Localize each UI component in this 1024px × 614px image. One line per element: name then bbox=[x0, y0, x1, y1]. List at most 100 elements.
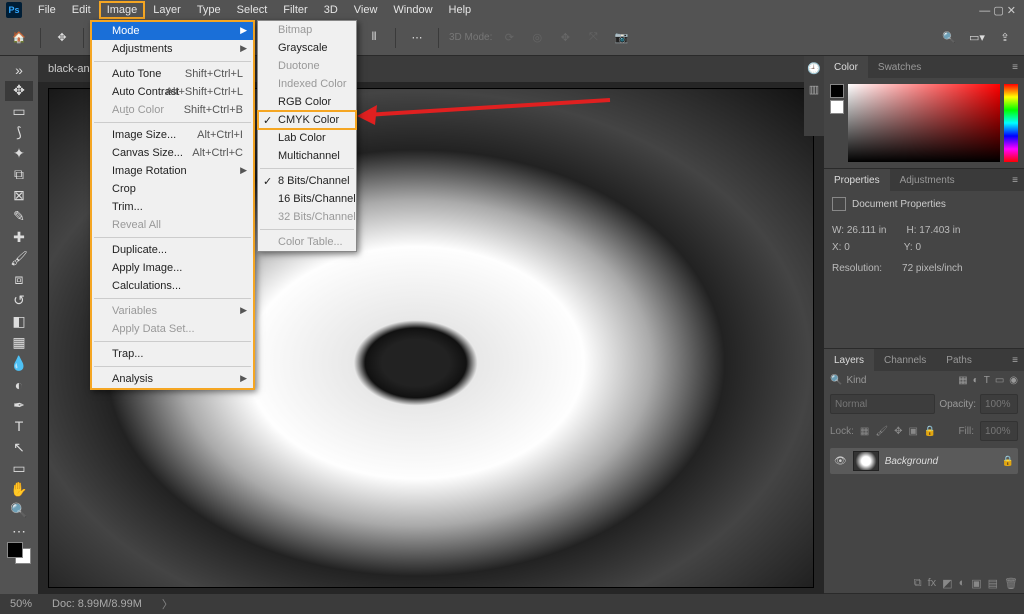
fill-input[interactable]: 100% bbox=[980, 421, 1018, 441]
3d-orbit-icon[interactable]: ⟳ bbox=[498, 27, 520, 49]
menu-item[interactable]: Duplicate... bbox=[92, 241, 253, 259]
menu-item[interactable]: Trap... bbox=[92, 345, 253, 363]
history-brush-tool[interactable]: ↺ bbox=[5, 291, 33, 311]
submenu-item[interactable]: Multichannel bbox=[258, 147, 356, 165]
doc-size[interactable]: Doc: 8.99M/8.99M bbox=[52, 598, 142, 610]
hand-tool[interactable]: ✋ bbox=[5, 479, 33, 499]
type-tool[interactable]: T bbox=[5, 416, 33, 436]
tab-channels[interactable]: Channels bbox=[874, 349, 936, 371]
share-icon[interactable]: ⇪ bbox=[994, 27, 1016, 49]
tab-properties[interactable]: Properties bbox=[824, 169, 890, 191]
menu-item[interactable]: Image Size...Alt+Ctrl+I bbox=[92, 126, 253, 144]
home-icon[interactable]: 🏠 bbox=[8, 27, 30, 49]
color-swatch[interactable] bbox=[7, 542, 31, 564]
menu-help[interactable]: Help bbox=[441, 1, 480, 19]
wand-tool[interactable]: ✦ bbox=[5, 144, 33, 164]
lock-pos-icon[interactable]: ✥ bbox=[894, 426, 902, 437]
submenu-item[interactable]: 8 Bits/Channel bbox=[258, 172, 356, 190]
expand-toolbox-icon[interactable]: » bbox=[5, 60, 33, 80]
filter-smart-icon[interactable]: ◉ bbox=[1009, 375, 1018, 386]
menu-edit[interactable]: Edit bbox=[64, 1, 99, 19]
submenu-item[interactable]: RGB Color bbox=[258, 93, 356, 111]
color-panel-menu-icon[interactable]: ≡ bbox=[1006, 62, 1024, 73]
submenu-item[interactable]: CMYK Color bbox=[258, 111, 356, 129]
history-panel-icon[interactable]: 🕘 bbox=[807, 62, 821, 75]
filter-adjust-icon[interactable]: ◐ bbox=[973, 375, 979, 386]
menu-type[interactable]: Type bbox=[189, 1, 229, 19]
search-icon[interactable]: 🔍 bbox=[938, 27, 960, 49]
marquee-tool[interactable]: ▭ bbox=[5, 102, 33, 122]
filter-type-icon[interactable]: T bbox=[984, 375, 990, 386]
more-icon[interactable]: ⋯ bbox=[406, 27, 428, 49]
tab-layers[interactable]: Layers bbox=[824, 349, 874, 371]
layer-thumbnail[interactable] bbox=[853, 451, 879, 471]
panel-icon[interactable]: ▥ bbox=[809, 83, 819, 96]
blend-mode-select[interactable]: Normal bbox=[830, 394, 935, 414]
tab-swatches[interactable]: Swatches bbox=[868, 56, 931, 78]
filter-pixel-icon[interactable]: ▦ bbox=[958, 375, 967, 386]
heal-tool[interactable]: ✚ bbox=[5, 228, 33, 248]
fg-swatch[interactable] bbox=[830, 84, 844, 98]
menu-select[interactable]: Select bbox=[229, 1, 276, 19]
workspace-icon[interactable]: ▭▾ bbox=[966, 27, 988, 49]
gradient-tool[interactable]: ▦ bbox=[5, 333, 33, 353]
color-field[interactable] bbox=[848, 84, 1000, 162]
lock-nest-icon[interactable]: ▣ bbox=[908, 426, 917, 437]
lock-all-icon[interactable]: 🔒 bbox=[924, 426, 936, 437]
shape-tool[interactable]: ▭ bbox=[5, 458, 33, 478]
zoom-tool[interactable]: 🔍 bbox=[5, 500, 33, 520]
menu-view[interactable]: View bbox=[346, 1, 386, 19]
menu-filter[interactable]: Filter bbox=[275, 1, 315, 19]
lock-paint-icon[interactable]: 🖌 bbox=[875, 426, 888, 437]
menu-layer[interactable]: Layer bbox=[145, 1, 189, 19]
stamp-tool[interactable]: ⧈ bbox=[5, 270, 33, 290]
submenu-item[interactable]: Lab Color bbox=[258, 129, 356, 147]
menu-file[interactable]: File bbox=[30, 1, 64, 19]
link-layers-icon[interactable]: ⧉ bbox=[914, 577, 922, 590]
eraser-tool[interactable]: ◧ bbox=[5, 312, 33, 332]
visibility-icon[interactable]: 👁 bbox=[834, 456, 847, 467]
move-tool[interactable]: ✥ bbox=[5, 81, 33, 101]
tab-adjustments[interactable]: Adjustments bbox=[890, 169, 965, 191]
layer-fx-icon[interactable]: fx bbox=[928, 577, 937, 590]
tab-color[interactable]: Color bbox=[824, 56, 868, 78]
group-icon[interactable]: ▣ bbox=[971, 577, 981, 590]
properties-panel-menu-icon[interactable]: ≡ bbox=[1006, 175, 1024, 186]
window-maximize[interactable]: ▢ bbox=[993, 5, 1003, 17]
layer-mask-icon[interactable]: ◩ bbox=[942, 577, 952, 590]
menu-item[interactable]: Calculations... bbox=[92, 277, 253, 295]
opacity-input[interactable]: 100% bbox=[980, 394, 1018, 414]
3d-roll-icon[interactable]: ◎ bbox=[526, 27, 548, 49]
menu-window[interactable]: Window bbox=[385, 1, 440, 19]
edit-toolbar-icon[interactable]: ⋯ bbox=[5, 521, 33, 541]
menu-item[interactable]: Analysis▶ bbox=[92, 370, 253, 388]
menu-item[interactable]: Image Rotation▶ bbox=[92, 162, 253, 180]
delete-layer-icon[interactable]: 🗑 bbox=[1004, 577, 1018, 590]
menu-3d[interactable]: 3D bbox=[316, 1, 346, 19]
path-tool[interactable]: ↖ bbox=[5, 437, 33, 457]
eyedropper-tool[interactable]: ✎ bbox=[5, 207, 33, 227]
move-tool-icon[interactable]: ✥ bbox=[51, 27, 73, 49]
lasso-tool[interactable]: ⟆ bbox=[5, 123, 33, 143]
3d-slide-icon[interactable]: ⤧ bbox=[582, 27, 604, 49]
menu-item[interactable]: Auto ToneShift+Ctrl+L bbox=[92, 65, 253, 83]
menu-item[interactable]: Crop bbox=[92, 180, 253, 198]
pen-tool[interactable]: ✒ bbox=[5, 396, 33, 416]
menu-item[interactable]: Apply Image... bbox=[92, 259, 253, 277]
menu-item[interactable]: Auto ContrastAlt+Shift+Ctrl+L bbox=[92, 83, 253, 101]
menu-item[interactable]: Adjustments▶ bbox=[92, 40, 253, 58]
distribute-4-icon[interactable]: ⫴ bbox=[363, 27, 385, 49]
layer-search-icon[interactable]: 🔍 bbox=[830, 375, 842, 386]
layers-panel-menu-icon[interactable]: ≡ bbox=[1006, 355, 1024, 366]
window-minimize[interactable]: — bbox=[979, 5, 990, 17]
submenu-item[interactable]: Grayscale bbox=[258, 39, 356, 57]
fg-color[interactable] bbox=[7, 542, 23, 558]
menu-item[interactable]: Trim... bbox=[92, 198, 253, 216]
3d-camera-icon[interactable]: 📷 bbox=[610, 27, 632, 49]
layer-filter-kind[interactable] bbox=[846, 375, 886, 386]
menu-item[interactable]: Canvas Size...Alt+Ctrl+C bbox=[92, 144, 253, 162]
blur-tool[interactable]: 💧 bbox=[5, 354, 33, 374]
menu-item[interactable]: Mode▶ bbox=[92, 22, 253, 40]
bg-swatch[interactable] bbox=[830, 100, 844, 114]
lock-trans-icon[interactable]: ▦ bbox=[860, 426, 869, 437]
